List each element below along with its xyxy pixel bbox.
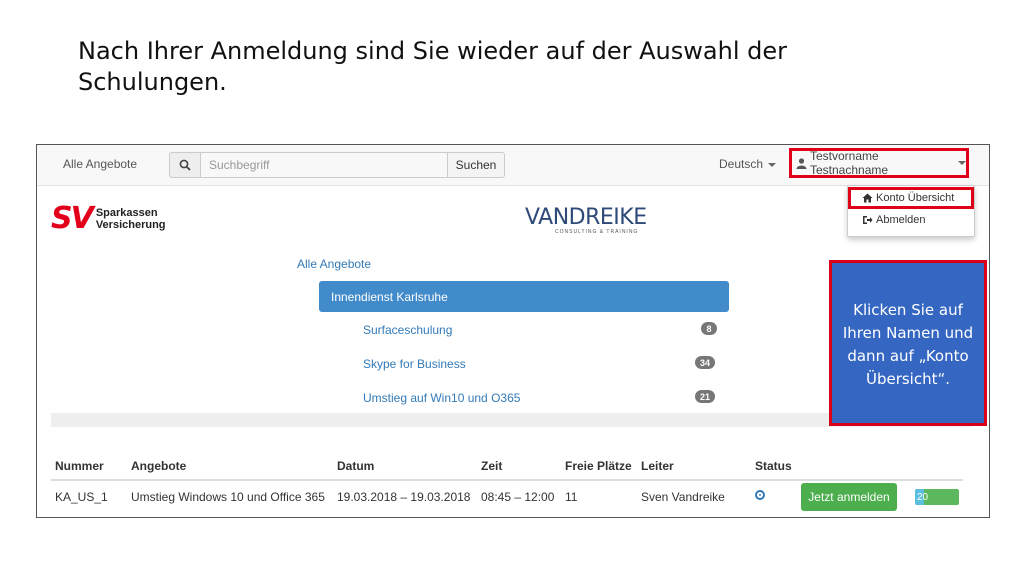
- chevron-down-icon: [768, 162, 777, 167]
- search-group: Suchbegriff Suchen: [169, 152, 505, 178]
- column-header: Leiter: [641, 459, 674, 473]
- user-dropdown-menu: Konto Übersicht Abmelden: [847, 185, 975, 237]
- chevron-down-icon: [958, 161, 966, 165]
- slide-title: Nach Ihrer Anmeldung sind Sie wieder auf…: [78, 37, 787, 96]
- menu-item-logout[interactable]: Abmelden: [862, 214, 926, 226]
- course-link-win10[interactable]: Umstieg auf Win10 und O365: [363, 391, 520, 405]
- status-icon: [755, 490, 765, 500]
- category-innendienst-karlsruhe[interactable]: Innendienst Karlsruhe: [319, 281, 729, 312]
- user-icon: [796, 157, 807, 169]
- column-header: Nummer: [55, 459, 104, 473]
- navbar: Alle Angebote Suchbegriff Suchen Deutsch…: [37, 145, 989, 186]
- vandreike-logo-subtitle: CONSULTING & TRAINING: [555, 229, 639, 235]
- sv-logo-line1: Sparkassen: [95, 206, 158, 219]
- user-menu-button[interactable]: Testvorname Testnachname: [789, 148, 969, 178]
- cell-zeit: 08:45 – 12:00: [481, 490, 555, 504]
- search-button[interactable]: Suchen: [448, 152, 505, 178]
- column-header: Datum: [337, 459, 375, 473]
- column-header: Freie Plätze: [565, 459, 632, 473]
- course-count-badge: 8: [701, 322, 717, 335]
- table-header-divider: [51, 479, 963, 481]
- sparkassen-logo: SV Sparkassen Versicherung: [51, 201, 166, 236]
- course-count-badge: 34: [695, 356, 716, 369]
- menu-item-account-overview[interactable]: Konto Übersicht: [862, 192, 954, 204]
- menu-item-label: Konto Übersicht: [876, 192, 955, 204]
- nav-all-offers-link[interactable]: Alle Angebote: [63, 157, 137, 171]
- cell-angebot: Umstieg Windows 10 und Office 365: [131, 490, 325, 504]
- sv-logo-mark: SV: [51, 201, 94, 236]
- column-header: Zeit: [481, 459, 503, 473]
- register-button[interactable]: Jetzt anmelden: [801, 483, 897, 511]
- column-header: Angebote: [131, 459, 187, 473]
- search-icon: [169, 152, 200, 178]
- sv-logo-text: Sparkassen Versicherung: [96, 207, 166, 231]
- instruction-callout: Klicken Sie auf Ihren Namen und dann auf…: [829, 260, 987, 426]
- language-dropdown[interactable]: Deutsch: [719, 157, 777, 171]
- cell-leiter: Sven Vandreike: [641, 490, 725, 504]
- menu-item-label: Abmelden: [876, 214, 926, 226]
- sign-out-icon: [862, 215, 873, 225]
- vandreike-logo: VANDREIKE: [525, 205, 647, 230]
- search-input[interactable]: Suchbegriff: [200, 152, 448, 178]
- column-header: Status: [755, 459, 792, 473]
- home-icon: [862, 193, 873, 203]
- cell-nummer: KA_US_1: [55, 490, 108, 504]
- breadcrumb-all-offers[interactable]: Alle Angebote: [297, 257, 371, 271]
- course-link-surfaceschulung[interactable]: Surfaceschulung: [363, 323, 452, 337]
- cell-datum: 19.03.2018 – 19.03.2018: [337, 490, 471, 504]
- capacity-progress-bar: 20: [915, 489, 959, 505]
- sv-logo-line2: Versicherung: [95, 218, 166, 231]
- cell-freie-plaetze: 11: [565, 490, 578, 504]
- course-count-badge: 21: [695, 390, 716, 403]
- progress-fill: 20: [915, 489, 928, 505]
- user-name-label: Testvorname Testnachname: [810, 149, 889, 177]
- course-link-skype[interactable]: Skype for Business: [363, 357, 466, 371]
- language-label: Deutsch: [719, 157, 764, 171]
